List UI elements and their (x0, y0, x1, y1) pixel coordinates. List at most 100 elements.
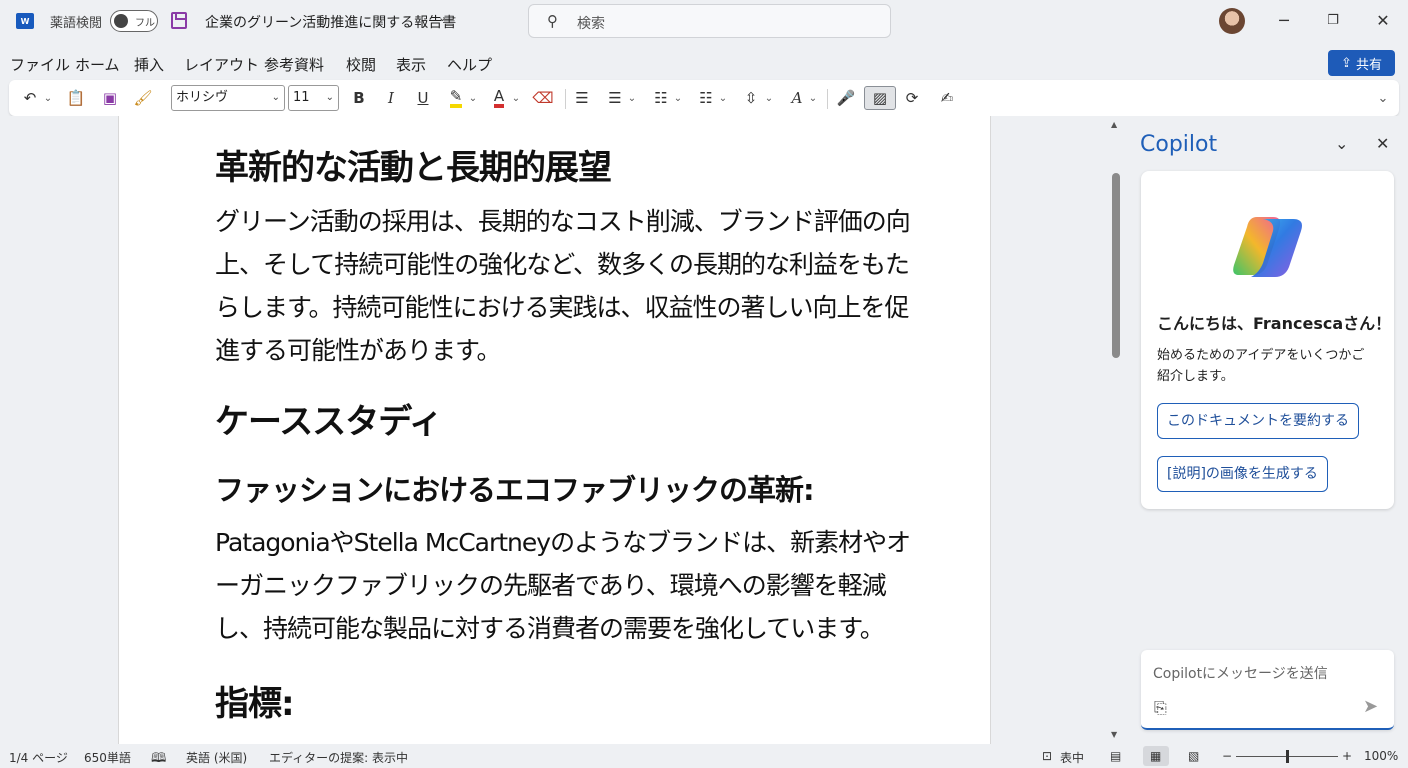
attach-icon[interactable]: ⎘ (1154, 698, 1167, 718)
font-size-select[interactable]: 11 ⌄ (288, 85, 339, 111)
chevron-down-icon[interactable]: ⌄ (808, 86, 818, 110)
copilot-input-placeholder: Copilotにメッセージを送信 (1153, 666, 1328, 682)
chevron-down-icon[interactable]: ⌄ (673, 86, 683, 110)
menu-file[interactable]: ファイル (10, 54, 70, 75)
zoom-in-icon[interactable]: + (1342, 749, 1352, 763)
title-bar: W 薬語検閲 フル 企業のグリーン活動推進に関する報告書 ⌄ ⚲ 検索 ─ ❐ … (0, 0, 1408, 44)
bold-button[interactable]: B (349, 86, 369, 110)
format-painter-icon[interactable]: 🖌 (131, 86, 155, 110)
search-icon: ⚲ (547, 12, 558, 30)
close-icon[interactable]: ✕ (1371, 10, 1395, 32)
accessibility-toggle[interactable]: フル (110, 10, 158, 32)
close-icon[interactable]: ✕ (1376, 134, 1389, 153)
save-icon[interactable] (171, 12, 187, 29)
language-status[interactable]: 英語 (米国) (186, 749, 247, 766)
send-icon[interactable]: ➤ (1363, 696, 1378, 717)
editor-status[interactable]: エディターの提案: 表示中 (269, 749, 408, 766)
editor-icon[interactable]: ✍ (935, 86, 959, 110)
share-button[interactable]: ⇪ 共有 (1328, 50, 1395, 76)
subheading-eco-fabric: ファッションにおけるエコファブリックの革新: (215, 473, 815, 507)
ribbon-separator (565, 89, 566, 109)
highlight-icon[interactable]: ✎ (445, 86, 467, 110)
document-title[interactable]: 企業のグリーン活動推進に関する報告書 (205, 12, 456, 32)
chevron-down-icon[interactable]: ⌄ (468, 86, 478, 110)
reuse-file-icon[interactable]: ⟳ (901, 86, 923, 110)
heading-innovation: 革新的な活動と長期的展望 (215, 148, 612, 188)
word-count[interactable]: 650単語 (84, 749, 131, 766)
bullet-list-icon[interactable]: ☷ (650, 86, 672, 110)
toggle-knob (114, 14, 128, 28)
avatar[interactable] (1219, 8, 1245, 34)
document-page[interactable]: 革新的な活動と長期的展望 グリーン活動の採用は、長期的なコスト削減、ブランド評価… (118, 116, 991, 744)
chevron-down-icon[interactable]: ⌄ (42, 86, 54, 110)
font-color-button[interactable]: A (489, 86, 509, 110)
chevron-down-icon[interactable]: ⌄ (511, 86, 521, 110)
menu-layout[interactable]: レイアウト (184, 54, 259, 75)
styles-button[interactable]: A (785, 86, 809, 110)
accessibility-label: 薬語検閲 (50, 16, 103, 31)
copilot-welcome-card: こんにちは、Francescaさん！ 始めるためのアイデアをいくつかご紹介します… (1141, 171, 1394, 509)
underline-button[interactable]: U (413, 86, 433, 110)
chevron-down-icon[interactable]: ⌄ (718, 86, 728, 110)
suggestion-summarize-button[interactable]: このドキュメントを要約する (1157, 403, 1359, 439)
paste-icon[interactable]: 📋 (65, 86, 87, 110)
web-layout-icon[interactable]: ▧ (1188, 749, 1199, 763)
word-icon: W (16, 13, 34, 29)
focus-label[interactable]: 表中 (1060, 749, 1084, 766)
zoom-level[interactable]: 100% (1364, 749, 1398, 763)
page-count[interactable]: 1/4 ページ (9, 749, 68, 766)
chevron-down-icon[interactable]: ⌄ (1375, 86, 1391, 110)
numbered-list-icon[interactable]: ☷ (695, 86, 717, 110)
chevron-down-icon[interactable]: ⌄ (1335, 134, 1348, 153)
book-icon[interactable]: 🕮 (151, 749, 166, 768)
share-label: 共有 (1355, 57, 1382, 73)
heading-metrics: 指標: (215, 684, 295, 724)
align-center-icon[interactable]: ☰ (604, 86, 626, 110)
chevron-down-icon[interactable]: ⌄ (627, 86, 637, 110)
chevron-down-icon[interactable]: ⌄ (764, 86, 774, 110)
document-scrollbar[interactable]: ▲ ▼ (1110, 116, 1124, 744)
undo-icon[interactable]: ↶ (19, 86, 41, 110)
menu-review[interactable]: 校閲 (346, 54, 376, 75)
chevron-down-icon[interactable]: ⌄ (438, 11, 447, 24)
restore-icon[interactable]: ❐ (1321, 10, 1345, 32)
copilot-pane: Copilot ⌄ ✕ こんにちは、Francescaさん！ 始めるためのアイデ… (1126, 116, 1408, 744)
save-icon[interactable]: ▣ (99, 86, 121, 110)
font-size-value: 11 (293, 90, 310, 105)
heading-case-study: ケーススタディ (215, 402, 443, 442)
clear-format-icon[interactable]: ⌫ (532, 86, 554, 110)
copilot-message-input[interactable]: Copilotにメッセージを送信 ⎘ ➤ (1141, 650, 1394, 730)
read-mode-icon[interactable]: ▤ (1110, 749, 1121, 763)
italic-button[interactable]: I (381, 86, 401, 110)
minimize-icon[interactable]: ─ (1272, 10, 1296, 32)
dictate-icon[interactable]: 🎤 (835, 86, 857, 110)
document-canvas: 革新的な活動と長期的展望 グリーン活動の採用は、長期的なコスト削減、ブランド評価… (0, 116, 1126, 744)
scroll-up-icon[interactable]: ▲ (1111, 120, 1117, 129)
status-bar: 1/4 ページ 650単語 🕮 英語 (米国) エディターの提案: 表示中 ⊡ … (0, 744, 1408, 768)
search-placeholder: 検索 (577, 16, 605, 32)
menu-home[interactable]: ホーム (75, 54, 120, 75)
align-left-icon[interactable]: ☰ (571, 86, 593, 110)
font-name-select[interactable]: ホリシヴ ⌄ (171, 85, 285, 111)
zoom-thumb[interactable] (1286, 750, 1289, 763)
font-name-value: ホリシヴ (176, 90, 229, 105)
scroll-down-icon[interactable]: ▼ (1111, 730, 1117, 739)
search-input[interactable]: ⚲ 検索 (528, 4, 891, 38)
image-icon[interactable]: ▨ (864, 86, 896, 110)
line-spacing-icon[interactable]: ⇳ (739, 86, 763, 110)
chevron-down-icon: ⌄ (325, 92, 334, 103)
menu-references[interactable]: 参考資料 (264, 54, 324, 75)
suggestion-generate-image-button[interactable]: [説明]の画像を生成する (1157, 456, 1328, 492)
scroll-thumb[interactable] (1112, 173, 1120, 358)
zoom-out-icon[interactable]: − (1222, 749, 1232, 763)
menu-help[interactable]: ヘルプ (447, 54, 492, 75)
share-icon: ⇪ (1341, 55, 1352, 71)
focus-icon[interactable]: ⊡ (1042, 749, 1052, 763)
menu-view[interactable]: 表示 (396, 54, 426, 75)
chevron-down-icon: ⌄ (271, 92, 280, 103)
menu-insert[interactable]: 挿入 (134, 54, 164, 75)
font-color-label: A (493, 88, 505, 108)
paragraph-longterm: グリーン活動の採用は、長期的なコスト削減、ブランド評価の向上、そして持続可能性の… (215, 207, 911, 365)
copilot-intro: 始めるためのアイデアをいくつかご紹介します。 (1157, 348, 1365, 384)
ribbon-toolbar: ↶ ⌄ 📋 ▣ 🖌 ホリシヴ ⌄ 11 ⌄ B I U ✎ ⌄ A ⌄ ⌫ ☰ … (9, 80, 1399, 116)
